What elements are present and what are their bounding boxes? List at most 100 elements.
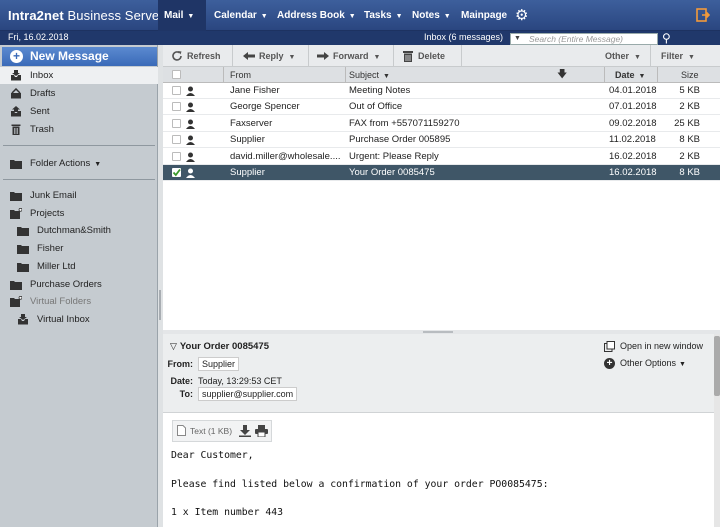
folder-icon [17, 245, 29, 255]
contact-icon [186, 86, 195, 96]
other-options-button[interactable]: + Other Options ▼ [604, 358, 686, 369]
row-checkbox[interactable] [172, 86, 181, 95]
sidebar-item-projects[interactable]: Projects [0, 205, 158, 222]
row-checkbox[interactable] [172, 168, 181, 177]
cell-from: Supplier [230, 167, 265, 178]
search-input[interactable]: ▼ Search (Entire Message) [510, 33, 658, 45]
gear-icon[interactable]: ⚙ [515, 8, 528, 23]
logout-icon[interactable] [696, 8, 710, 22]
reply-button[interactable]: Reply ▼ [239, 45, 295, 67]
menu-notes[interactable]: Notes ▼ [406, 0, 457, 31]
sidebar-item-inbox[interactable]: Inbox [0, 67, 158, 84]
contact-icon [186, 135, 195, 146]
sidebar-item-label: Virtual Folders [30, 296, 92, 308]
refresh-button[interactable]: Refresh [167, 45, 221, 67]
cell-from: George Spencer [230, 101, 300, 113]
sidebar: + New Message Inbox Drafts Sent Trash Folde… [0, 45, 158, 527]
message-list-header: From Subject ▼ 🡇 Date ▼ Size [163, 67, 720, 83]
table-row[interactable]: Jane Fisher Meeting Notes 04.01.2018 5 KB [163, 83, 720, 99]
message-body: Text (1 KB) Dear Customer, Please find li… [163, 413, 714, 527]
status-bar: Fri, 16.02.2018 Inbox (6 messages) ▼ Sear… [0, 31, 720, 45]
sidebar-item-label: Fisher [37, 243, 64, 255]
folder-icon [10, 192, 22, 201]
new-message-button[interactable]: + New Message [2, 47, 157, 66]
row-checkbox[interactable] [172, 151, 181, 161]
row-checkbox[interactable] [172, 135, 181, 145]
sidebar-item-label: Dutchman&Smith [37, 225, 111, 237]
sidebar-item-virtual-inbox[interactable]: Virtual Inbox [0, 311, 158, 328]
to-value[interactable]: supplier@supplier.com [198, 387, 298, 401]
folder-actions-button[interactable]: Folder Actions ▼ [0, 155, 158, 172]
sidebar-item-label: Junk Email [30, 190, 77, 201]
sidebar-item-miller-ltd[interactable]: Miller Ltd [0, 258, 158, 275]
open-new-window-link[interactable]: Open in new window [604, 341, 703, 352]
search-icon[interactable]: ⚲ [662, 31, 671, 45]
menu-calendar[interactable]: Calendar ▼ [208, 0, 274, 31]
printer-icon[interactable] [255, 425, 268, 437]
sort-down-arrow-icon[interactable]: 🡇 [557, 67, 567, 83]
body-line: Dear Customer, [171, 450, 254, 461]
filter-menu-button[interactable]: Filter ▼ [641, 45, 695, 67]
row-checkbox[interactable] [172, 102, 181, 112]
sidebar-item-trash[interactable]: Trash [0, 121, 158, 138]
column-date[interactable]: Date ▼ [615, 67, 645, 83]
sidebar-item-drafts[interactable]: Drafts [0, 85, 158, 102]
trash-icon [11, 124, 21, 135]
sidebar-item-junk-email[interactable]: Junk Email [0, 187, 158, 204]
menu-mail[interactable]: Mail ▼ [158, 0, 206, 31]
row-checkbox[interactable] [172, 118, 181, 128]
new-window-icon [604, 341, 615, 352]
cell-date: 07.01.2018 [609, 101, 657, 113]
sidebar-item-fisher[interactable]: Fisher [0, 240, 158, 257]
sidebar-item-purchase-orders[interactable]: Purchase Orders [0, 276, 158, 293]
table-row[interactable]: david.miller@wholesale.... Urgent: Please… [163, 149, 720, 165]
preview-subject[interactable]: ▽ Your Order 0085475 [170, 341, 269, 352]
contact-icon [186, 152, 195, 162]
virtual-inbox-icon [18, 313, 28, 325]
cell-size: 2 KB [679, 101, 700, 113]
contact-icon [186, 168, 195, 178]
message-toolbar: Refresh Reply ▼ Forward ▼ Delete Other ▼ Fi… [163, 45, 720, 67]
collapse-triangle-icon[interactable]: ▽ [170, 341, 177, 351]
date-label: Date: [170, 376, 193, 386]
message-list: Jane Fisher Meeting Notes 04.01.2018 5 KB Ge… [163, 83, 720, 330]
sidebar-item-label: Virtual Inbox [37, 313, 90, 325]
menu-address-book[interactable]: Address Book ▼ [271, 0, 362, 31]
cell-subject: Meeting Notes [349, 85, 411, 96]
preview-header: ▽ Your Order 0085475 From: Supplier Date:… [163, 334, 714, 413]
search-scope-caret-icon[interactable]: ▼ [514, 34, 521, 44]
delete-button[interactable]: Delete [398, 45, 445, 67]
preview-scrollbar[interactable] [714, 334, 720, 527]
menu-mainpage[interactable]: Mainpage [455, 0, 513, 31]
drafts-icon [11, 88, 21, 99]
other-menu-button[interactable]: Other ▼ [585, 45, 641, 67]
forward-button[interactable]: Forward ▼ [313, 45, 380, 67]
menu-tasks[interactable]: Tasks ▼ [358, 0, 409, 31]
cell-from: david.miller@wholesale.... [230, 150, 341, 162]
cell-from: Faxserver [230, 117, 273, 129]
column-subject[interactable]: Subject ▼ [349, 67, 390, 83]
attachment-chip[interactable]: Text (1 KB) [172, 420, 272, 442]
app-brand: Intra2net Business Server [8, 8, 164, 23]
sidebar-item-label: Inbox [30, 70, 54, 81]
table-row[interactable]: Supplier Purchase Order 005895 11.02.2018 8… [163, 132, 720, 149]
column-size[interactable]: Size [681, 67, 699, 83]
table-row[interactable]: Faxserver FAX from +557071159270 09.02.201… [163, 116, 720, 132]
sidebar-item-label: Sent [30, 106, 50, 117]
cell-date: 04.01.2018 [609, 85, 657, 96]
contact-icon [186, 102, 195, 113]
sidebar-item-virtual-folders[interactable]: Virtual Folders [0, 293, 158, 310]
sidebar-item-sent[interactable]: Sent [0, 103, 158, 120]
from-value[interactable]: Supplier [198, 357, 240, 371]
cell-date: 16.02.2018 [609, 150, 657, 162]
download-icon[interactable] [239, 425, 251, 437]
from-label: From: [167, 359, 194, 369]
select-all-checkbox[interactable] [172, 70, 181, 79]
column-from[interactable]: From [230, 67, 251, 83]
table-row[interactable]: Supplier Your Order 0085475 16.02.2018 8 KB [163, 165, 720, 181]
message-preview: ▽ Your Order 0085475 From: Supplier Date:… [163, 334, 714, 527]
scrollbar-thumb[interactable] [714, 336, 720, 396]
sidebar-item-dutchman-smith[interactable]: Dutchman&Smith [0, 222, 158, 239]
table-row[interactable]: George Spencer Out of Office 07.01.2018 2 K… [163, 99, 720, 116]
current-date: Fri, 16.02.2018 [8, 32, 69, 42]
